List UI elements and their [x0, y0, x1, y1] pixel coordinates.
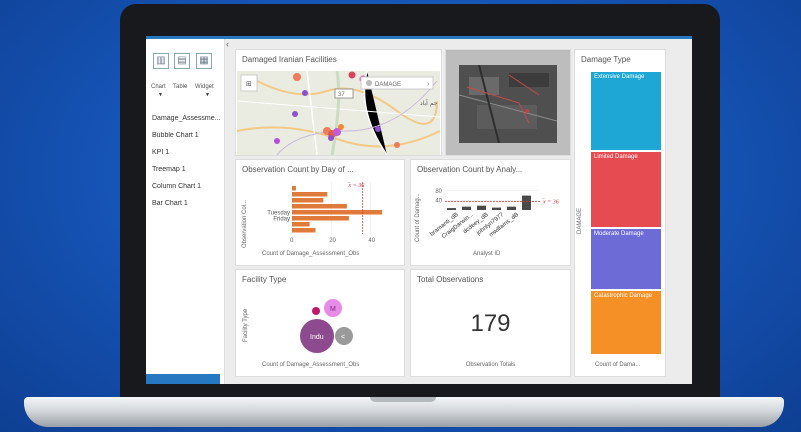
treemap-footer: Count of Dama... [595, 362, 641, 368]
x-tick-label: 40 [368, 238, 375, 244]
analyst-bar [507, 206, 516, 210]
day-bar [292, 228, 316, 233]
treemap-cell-limited-damage[interactable]: Limited Damage [591, 152, 661, 227]
screen: ▥ ▤ ▦ Chart Table Widget ▼ ▼ Damage_Asse… [146, 36, 692, 384]
kpi-value: 179 [470, 310, 511, 337]
bar-chart-icon[interactable]: ▥ [153, 53, 169, 69]
laptop-notch [370, 397, 436, 402]
chevron-down-icon[interactable]: ▼ [158, 92, 163, 98]
analyst-column-chart[interactable]: 80 40̅x = 36 [427, 182, 569, 212]
day-bar [292, 204, 347, 209]
analyst-bar [492, 207, 501, 210]
y-tick-label: 40 [435, 198, 442, 204]
tool-label-table: Table [173, 84, 188, 90]
mean-annotation: ̅x = 36 [541, 198, 559, 205]
day-chart-xlabel: Count of Damage_Assessment_Obs [262, 251, 360, 257]
facility-bubble-chart[interactable]: Indu M < [286, 294, 366, 360]
map-card: Damaged Iranian Facilities ⊞ 37 DAMAGE ›… [235, 49, 442, 156]
day-chart-title: Observation Count by Day of ... [242, 165, 354, 174]
kpi-card: Total Observations 179 Observation Total… [410, 269, 571, 377]
sidebar: ▥ ▤ ▦ Chart Table Widget ▼ ▼ Damage_Asse… [146, 39, 225, 384]
sidebar-item-bar-chart[interactable]: Bar Chart 1 [152, 200, 224, 207]
facility-title: Facility Type [242, 275, 287, 284]
analyst-chart-xlabel: Analyst ID [473, 251, 501, 257]
kpi-caption: Observation Totals [465, 362, 516, 368]
day-bar [292, 216, 349, 221]
sidebar-item-bubble-chart[interactable]: Bubble Chart 1 [152, 132, 224, 139]
bubble-label: M [330, 306, 336, 313]
tool-label-widget: Widget [195, 84, 214, 90]
chevron-down-icon[interactable]: ▼ [205, 92, 210, 98]
widget-icon[interactable]: ▦ [196, 53, 212, 69]
sidebar-item-dataset[interactable]: Damage_Assessme... [152, 115, 224, 122]
map-title: Damaged Iranian Facilities [242, 55, 337, 64]
mean-annotation: ̅x = 36 [347, 182, 365, 189]
y-tick-label: 80 [435, 189, 442, 195]
table-icon[interactable]: ▤ [174, 53, 190, 69]
map-place-label: جم آباد [420, 98, 438, 107]
facility-map[interactable]: ⊞ 37 DAMAGE › جم آباد [237, 71, 440, 155]
collapse-sidebar-icon[interactable]: ‹ [226, 39, 229, 49]
day-bar [292, 222, 310, 227]
day-chart-ylabel: Observation Col... [242, 199, 248, 248]
analyst-bar [462, 206, 471, 210]
x-tick-label: 0 [290, 238, 294, 244]
svg-text:⊞: ⊞ [246, 80, 252, 88]
analyst-bar [447, 208, 456, 210]
y-tick-label: Friday [273, 217, 290, 223]
sidebar-item-kpi[interactable]: KPI 1 [152, 149, 224, 156]
satellite-image-card [445, 49, 571, 156]
treemap-cell-extensive-damage[interactable]: Extensive Damage [591, 72, 661, 150]
sidebar-footer-bar [146, 374, 220, 384]
treemap[interactable]: Extensive Damage Limited Damage Moderate D… [587, 72, 665, 356]
day-bar-chart[interactable]: 0 20 40TuesdayFriday̅x = 36 [254, 182, 402, 246]
satellite-image [459, 65, 557, 143]
analyst-chart-title: Observation Count by Analy... [417, 165, 523, 174]
analyst-tick-labels: bramanti_dB CraigDarwin... dcdeey_dB johnly… [411, 212, 570, 247]
treemap-card: Damage Type DAMAGE Extensive Damage Limit… [574, 49, 666, 377]
facility-bubble-card: Facility Type Facility Type Indu M < Cou… [235, 269, 405, 377]
treemap-ylabel: DAMAGE [577, 207, 583, 234]
facility-xlabel: Count of Damage_Assessment_Obs [262, 362, 360, 368]
bubble-label: Indu [310, 334, 324, 341]
day-bar [292, 198, 324, 203]
day-bar [292, 192, 328, 197]
day-bar [292, 186, 296, 191]
tool-label-chart: Chart [151, 84, 166, 90]
map-legend-label: DAMAGE [375, 82, 401, 88]
analyst-bar [477, 205, 486, 210]
analyst-chart-card: Observation Count by Analy... Count of D… [410, 159, 571, 266]
facility-ylabel: Facility Type [243, 308, 249, 342]
analyst-bar [522, 195, 531, 210]
treemap-cell-moderate-damage[interactable]: Moderate Damage [591, 229, 661, 289]
x-tick-label: 20 [329, 238, 336, 244]
sidebar-item-column-chart[interactable]: Column Chart 1 [152, 183, 224, 190]
road-label: 37 [338, 92, 345, 98]
day-bar [292, 210, 383, 215]
sidebar-item-treemap[interactable]: Treemap 1 [152, 166, 224, 173]
treemap-title: Damage Type [581, 55, 631, 64]
bubble-small [312, 307, 320, 315]
bubble-label: < [341, 334, 345, 341]
treemap-cell-catastrophic-damage[interactable]: Catastrophic Damage [591, 291, 661, 354]
day-chart-card: Observation Count by Day of ... Observat… [235, 159, 405, 266]
kpi-title: Total Observations [417, 275, 484, 284]
